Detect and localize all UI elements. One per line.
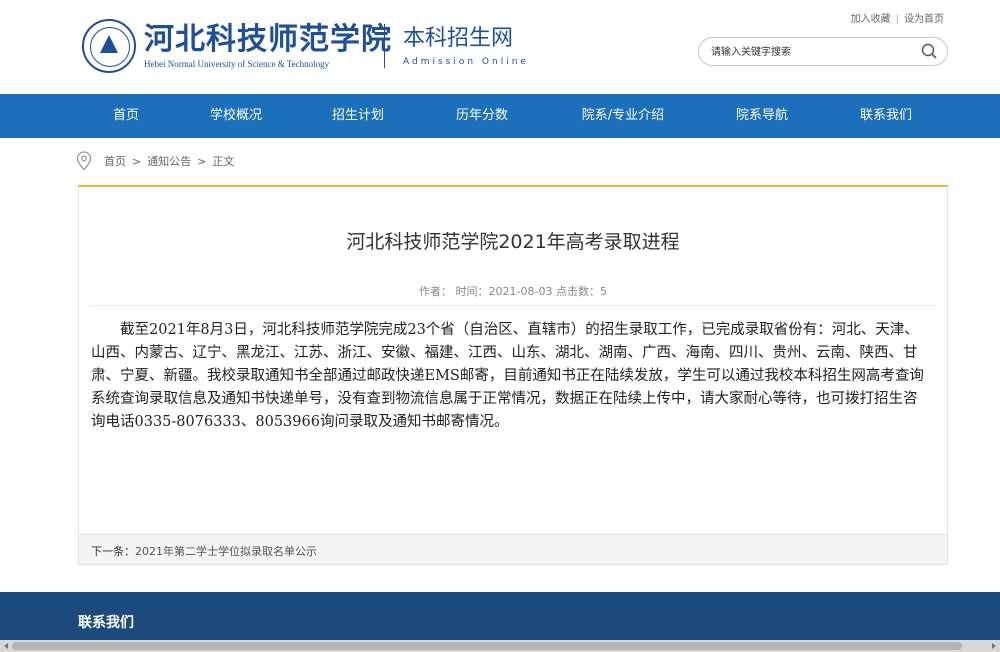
site-name-block: 本科招生网 Admission Online	[403, 25, 529, 67]
next-article-bar: 下一条：2021年第二学士学位拟录取名单公示	[79, 534, 947, 564]
horizontal-scrollbar[interactable]	[0, 640, 1000, 652]
breadcrumb-notices[interactable]: 通知公告	[147, 153, 191, 169]
breadcrumb-current: 正文	[212, 155, 235, 168]
next-article-label: 下一条：	[91, 545, 135, 558]
location-pin-icon	[76, 151, 92, 171]
add-favorite-link[interactable]: 加入收藏	[851, 14, 891, 25]
search-input[interactable]	[711, 44, 911, 60]
top-links: 加入收藏 | 设为首页	[851, 10, 944, 25]
scroll-right-arrow-icon[interactable]	[990, 642, 998, 650]
logo-area[interactable]: 河北科技师范学院 Hebei Normal University of Scie…	[82, 18, 529, 74]
next-article-link[interactable]: 2021年第二学士学位拟录取名单公示	[135, 545, 317, 558]
top-links-separator: |	[895, 14, 899, 25]
meta-divider	[89, 305, 937, 306]
scroll-left-arrow-icon[interactable]	[2, 642, 10, 650]
article-body: 截至2021年8月3日，河北科技师范学院完成23个省（自治区、直辖市）的招生录取…	[91, 322, 924, 430]
nav-item-school-overview[interactable]: 学校概况	[200, 94, 272, 138]
nav-item-past-scores[interactable]: 历年分数	[444, 94, 520, 138]
article-panel: 河北科技师范学院2021年高考录取进程 作者： 时间：2021-08-03 点击…	[78, 185, 948, 565]
logo-divider	[384, 24, 385, 68]
set-homepage-link[interactable]: 设为首页	[904, 14, 944, 25]
school-emblem-icon	[82, 19, 136, 73]
site-name-en: Admission Online	[403, 57, 529, 67]
breadcrumb-home[interactable]: 首页	[104, 153, 126, 169]
main-nav: 首页 学校概况 招生计划 历年分数 院系/专业介绍 院系导航 联系我们	[0, 94, 1000, 138]
nav-item-departments-majors[interactable]: 院系/专业介绍	[568, 94, 678, 138]
site-name-cn: 本科招生网	[403, 26, 514, 51]
article-title: 河北科技师范学院2021年高考录取进程	[346, 231, 680, 253]
nav-item-home[interactable]: 首页	[96, 94, 156, 138]
search-box	[698, 37, 948, 66]
nav-item-enrollment-plan[interactable]: 招生计划	[322, 94, 394, 138]
site-header: 河北科技师范学院 Hebei Normal University of Scie…	[0, 0, 1000, 94]
breadcrumb-separator: >	[197, 154, 207, 168]
breadcrumb-separator: >	[132, 154, 142, 168]
article-meta: 作者： 时间：2021-08-03 点击数：5	[419, 285, 607, 298]
nav-item-contact-us[interactable]: 联系我们	[848, 94, 924, 138]
footer-contact-title: 联系我们	[78, 615, 134, 631]
search-icon[interactable]	[921, 43, 937, 59]
school-name-cn: 河北科技师范学院	[144, 22, 392, 57]
scrollbar-thumb[interactable]	[12, 642, 962, 650]
school-name-block: 河北科技师范学院 Hebei Normal University of Scie…	[144, 22, 392, 70]
next-article: 下一条：2021年第二学士学位拟录取名单公示	[91, 543, 317, 559]
nav-item-department-navigation[interactable]: 院系导航	[726, 94, 798, 138]
school-name-en: Hebei Normal University of Science & Tec…	[144, 59, 330, 69]
breadcrumb: 首页 > 通知公告 > 正文	[76, 150, 234, 172]
